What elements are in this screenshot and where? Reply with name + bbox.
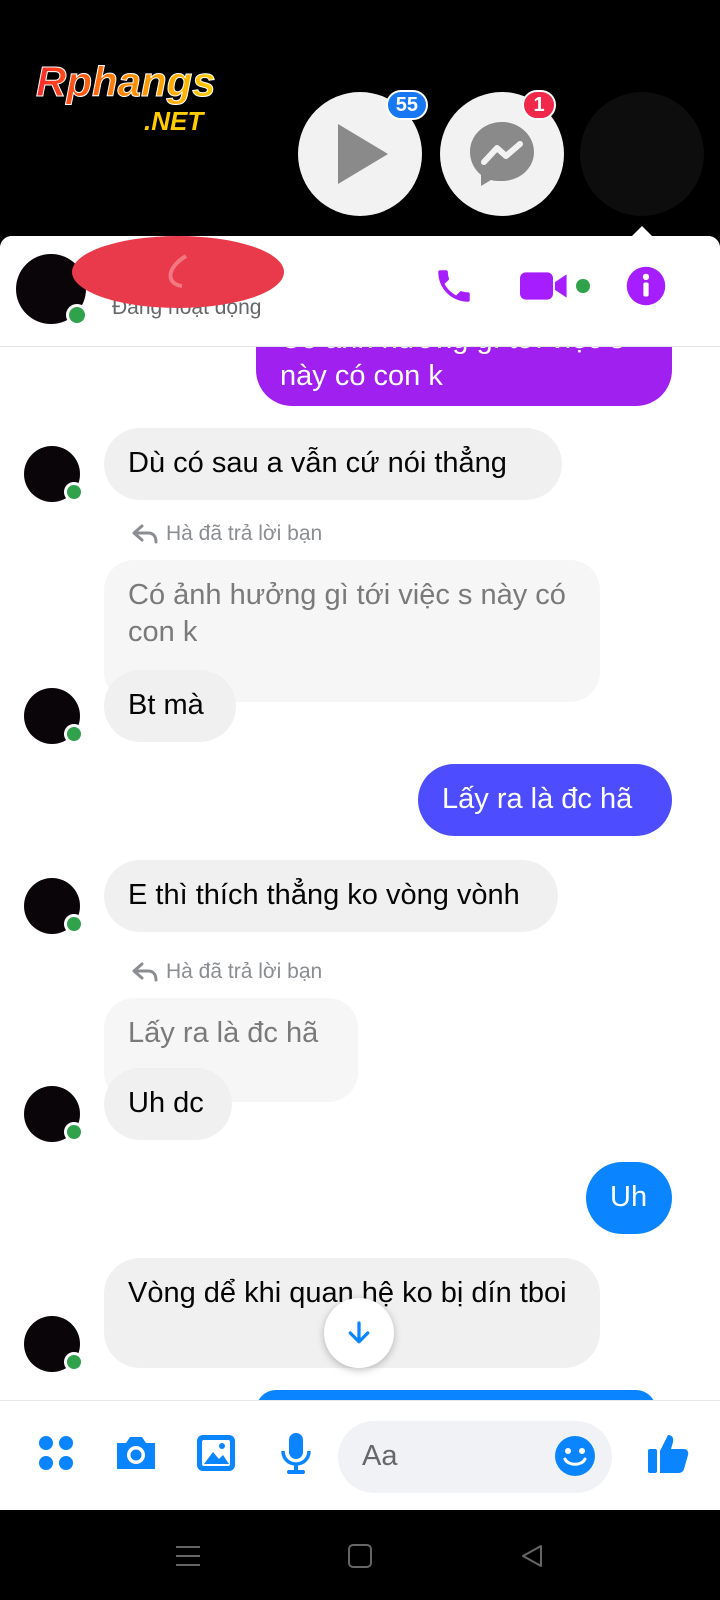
grid-dots-icon [39, 1436, 73, 1470]
home-button[interactable] [342, 1538, 378, 1574]
microphone-icon [281, 1433, 311, 1474]
sent-message[interactable]: Uh [586, 1162, 672, 1234]
reply-label: Hà đã trả lời bạn [132, 960, 322, 984]
video-chathead[interactable]: 55 [298, 90, 428, 216]
redaction-scribble [72, 236, 284, 308]
thumbs-up-icon [648, 1435, 689, 1473]
svg-text:Rphangs: Rphangs [36, 58, 216, 105]
info-button[interactable] [624, 264, 668, 308]
conversation-card: Có ảnh hưởng gì tới việc s này có con k … [0, 236, 720, 1510]
messenger-badge: 1 [522, 90, 556, 120]
arrow-down-icon [348, 1321, 370, 1344]
composer-bar: Aa [0, 1400, 720, 1510]
scroll-to-bottom-button[interactable] [324, 1298, 394, 1368]
system-nav-bar [0, 1510, 720, 1600]
sent-message-edge [256, 1390, 656, 1400]
camera-icon [117, 1437, 155, 1469]
video-call-button[interactable] [520, 264, 590, 308]
received-message[interactable]: Bt mà [104, 670, 236, 742]
square-icon [348, 1544, 372, 1568]
received-message[interactable]: Uh dc [104, 1068, 232, 1140]
reply-arrow-icon [132, 524, 158, 544]
info-icon [626, 266, 666, 306]
gallery-button[interactable] [192, 1429, 240, 1477]
voice-button[interactable] [272, 1429, 320, 1477]
message-input[interactable]: Aa [338, 1421, 612, 1493]
reply-label: Hà đã trả lời bạn [132, 522, 322, 546]
online-dot [64, 724, 84, 744]
online-dot [66, 304, 88, 326]
more-actions-button[interactable] [32, 1429, 80, 1477]
like-button[interactable] [644, 1429, 692, 1477]
back-button[interactable] [514, 1538, 550, 1574]
watermark-logo: Rphangs .NET [36, 58, 216, 136]
sent-message[interactable]: Lấy ra là đc hã [418, 764, 672, 836]
emoji-icon[interactable] [554, 1435, 596, 1477]
online-dot [64, 1352, 84, 1372]
video-online-dot [576, 279, 590, 293]
reply-label-text: Hà đã trả lời bạn [166, 960, 323, 983]
back-triangle-icon [522, 1545, 542, 1567]
sent-message[interactable]: Có ảnh hưởng gì tới việc s này có con k [256, 346, 672, 406]
recent-apps-button[interactable] [170, 1538, 206, 1574]
menu-lines-icon [176, 1546, 200, 1566]
reply-arrow-icon [132, 962, 158, 982]
camera-button[interactable] [112, 1429, 160, 1477]
image-icon [197, 1435, 235, 1471]
reply-label-text: Hà đã trả lời bạn [166, 522, 323, 545]
received-message[interactable]: E thì thích thẳng ko vòng vònh [104, 860, 558, 932]
online-dot [64, 1122, 84, 1142]
messenger-chathead[interactable]: 1 [440, 90, 564, 216]
phone-icon [438, 270, 470, 302]
svg-text:.NET: .NET [144, 106, 205, 136]
online-dot [64, 914, 84, 934]
phone-call-button[interactable] [432, 264, 476, 308]
online-dot [64, 482, 84, 502]
received-message[interactable]: Dù có sau a vẫn cứ nói thẳng [104, 428, 562, 500]
video-badge: 55 [385, 90, 428, 120]
message-placeholder: Aa [362, 1440, 398, 1472]
chat-header: Đang hoạt động [0, 236, 720, 347]
video-camera-icon [520, 272, 567, 300]
message-list[interactable]: Có ảnh hưởng gì tới việc s này có con k … [0, 346, 720, 1400]
contact-chathead[interactable] [580, 92, 704, 216]
